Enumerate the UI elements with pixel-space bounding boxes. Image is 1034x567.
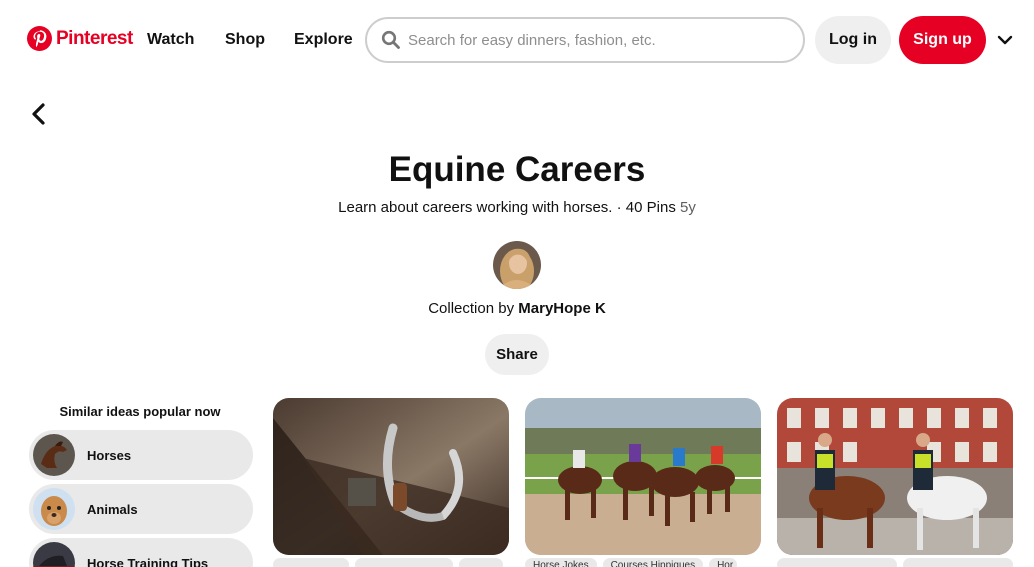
thumbnail-image	[33, 488, 75, 530]
board-meta: Learn about careers working with horses.…	[0, 199, 1034, 216]
collection-byline: Collection by MaryHope K	[0, 300, 1034, 317]
similar-item-label: Horse Training Tips	[87, 555, 209, 567]
chevron-down-icon[interactable]	[996, 31, 1014, 49]
pin-horse-race-image[interactable]	[525, 398, 761, 555]
similar-item-horse-training-tips[interactable]: Horse Training Tips	[29, 538, 253, 567]
similar-item-animals[interactable]: Animals	[29, 484, 253, 534]
pin-horseshoe-image[interactable]	[273, 398, 509, 555]
owner-name[interactable]: MaryHope K	[518, 300, 606, 317]
similar-item-label: Horses	[87, 447, 132, 463]
search-input[interactable]	[408, 31, 778, 49]
share-button[interactable]: Share	[485, 334, 549, 375]
nav-watch[interactable]: Watch	[147, 31, 194, 49]
pin-tag[interactable]: Horse Jokes	[525, 558, 597, 567]
pin-tag-placeholder	[273, 558, 349, 567]
pin-tag-placeholder	[903, 558, 1013, 567]
login-button[interactable]: Log in	[815, 16, 891, 64]
thumbnail-image	[33, 434, 75, 476]
collection-prefix: Collection by	[428, 300, 515, 317]
meta-separator: ·	[612, 199, 626, 216]
brand-name: Pinterest	[56, 27, 133, 49]
back-arrow-icon[interactable]	[26, 100, 52, 128]
board-title: Equine Careers	[388, 150, 646, 189]
pinterest-icon	[27, 26, 52, 51]
nav-shop[interactable]: Shop	[225, 31, 265, 49]
pinterest-logo[interactable]: Pinterest	[27, 26, 133, 51]
board-age: 5y	[680, 199, 696, 216]
pin-tag-list: Horse Jokes Courses Hippiques Hor	[525, 558, 743, 567]
pin-tag-placeholder	[777, 558, 897, 567]
thumbnail-image	[33, 542, 75, 567]
nav-explore[interactable]: Explore	[294, 31, 353, 49]
top-nav: Pinterest Watch Shop Explore Log in Sign…	[0, 0, 1034, 82]
pin-tag[interactable]: Hor	[709, 558, 738, 567]
pin-mounted-police-image[interactable]	[777, 398, 1013, 555]
search-bar[interactable]	[365, 17, 805, 63]
pin-tag-placeholder	[355, 558, 453, 567]
pin-tag-placeholder	[459, 558, 503, 567]
similar-item-horses[interactable]: Horses	[29, 430, 253, 480]
similar-item-label: Animals	[87, 501, 138, 517]
search-icon	[381, 30, 400, 49]
similar-ideas-heading: Similar ideas popular now	[59, 404, 221, 419]
pin-tag[interactable]: Courses Hippiques	[602, 558, 704, 567]
pin-tag-list	[777, 558, 1019, 567]
pin-count: 40 Pins	[625, 199, 676, 216]
avatar[interactable]	[493, 241, 541, 289]
board-description: Learn about careers working with horses.	[338, 199, 613, 216]
pin-tag-list	[273, 558, 509, 567]
signup-button[interactable]: Sign up	[899, 16, 986, 64]
